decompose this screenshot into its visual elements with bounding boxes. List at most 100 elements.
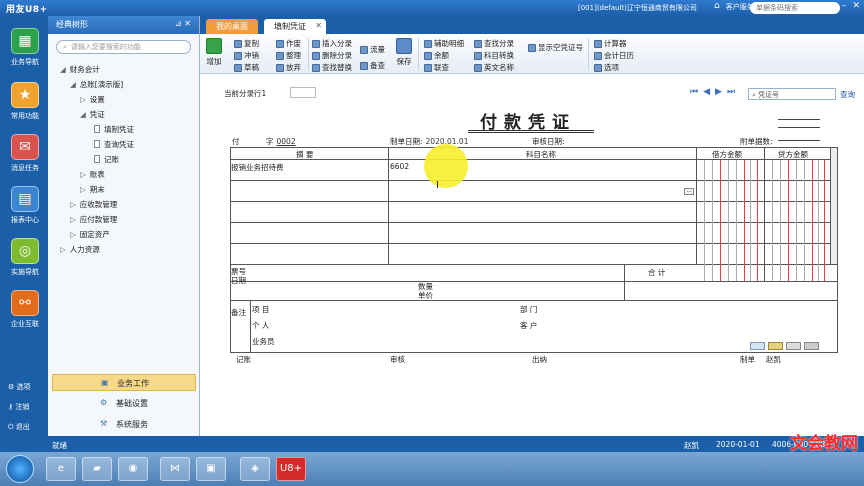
function-search-input[interactable]: ⌕ 请输入您要搜索的功能 bbox=[56, 40, 191, 54]
make-date[interactable]: 制单日期: 2020.01.01 bbox=[390, 136, 468, 147]
balance-button[interactable]: 余额 bbox=[424, 50, 449, 61]
camera-icon[interactable]: ▣ bbox=[196, 457, 226, 481]
voucher-type: 付 bbox=[232, 137, 240, 146]
nav-enterprise[interactable]: ⚯ 企业互联 bbox=[4, 290, 46, 329]
tree-hr[interactable]: ▷ 人力资源 bbox=[60, 244, 100, 255]
delete-entry-button[interactable]: 删除分录 bbox=[312, 50, 352, 61]
minimize-icon[interactable]: – bbox=[842, 1, 847, 11]
reverse-button[interactable]: 冲销 bbox=[234, 50, 259, 61]
folder-icon[interactable]: ▰ bbox=[82, 457, 112, 481]
current-entry-box[interactable] bbox=[290, 87, 316, 98]
find-entry-icon bbox=[474, 39, 482, 48]
tree-payable[interactable]: ▷ 应付款管理 bbox=[70, 214, 117, 225]
reverse-icon bbox=[234, 51, 242, 60]
app-icon[interactable]: ◈ bbox=[240, 457, 270, 481]
tool-icon[interactable] bbox=[804, 342, 819, 350]
close-icon[interactable]: ✕ bbox=[852, 1, 860, 11]
nav-options[interactable]: ⚙ 选项 bbox=[8, 382, 31, 392]
aux-detail-button[interactable]: 辅助明细 bbox=[424, 38, 464, 49]
tidy-button[interactable]: 整理 bbox=[276, 50, 301, 61]
account-reference-button[interactable]: … bbox=[684, 188, 694, 195]
tab-business-work[interactable]: ▣ 业务工作 bbox=[52, 374, 196, 391]
last-icon[interactable]: ⏭ bbox=[727, 87, 735, 97]
first-icon[interactable]: ⏮ bbox=[690, 87, 698, 97]
save-button[interactable]: 保存 bbox=[396, 38, 412, 67]
voucher-number-search[interactable]: ⌕ 凭证号 bbox=[748, 88, 836, 100]
row-1-account[interactable]: 6602 bbox=[390, 162, 409, 171]
voucher-form: 当前分录行1 ⏮ ◀ ▶ ⏭ ⌕ 凭证号 查询 付款凭证 付 字 0002 制单日… bbox=[200, 74, 864, 436]
tool-icon[interactable] bbox=[768, 342, 783, 350]
tree-settings[interactable]: ▷ 设置 bbox=[80, 94, 105, 105]
status-bar: 就绪 赵凯 2020-01-01 4006-600-588 bbox=[0, 436, 864, 452]
show-icon bbox=[528, 43, 536, 52]
save-icon bbox=[396, 38, 412, 54]
nav-report[interactable]: ▤ 报表中心 bbox=[4, 186, 46, 225]
tree-voucher[interactable]: ◢ 凭证 bbox=[80, 109, 105, 120]
tab-system-service[interactable]: ⚒ 系统服务 bbox=[52, 416, 196, 433]
home-icon[interactable]: ⌂ bbox=[714, 1, 720, 12]
nav-common[interactable]: ★ 常用功能 bbox=[4, 82, 46, 121]
accounting-calendar-button[interactable]: 会计日历 bbox=[594, 50, 634, 61]
nav-message[interactable]: ✉ 消息任务 bbox=[4, 134, 46, 173]
col-debit: 借方金额 bbox=[712, 150, 742, 159]
ie-icon[interactable]: e bbox=[46, 457, 76, 481]
message-icon: ✉ bbox=[11, 134, 39, 160]
nav-exit[interactable]: ⏻ 退出 bbox=[8, 422, 30, 432]
show-voucher-no-button[interactable]: 显示空凭证号 bbox=[528, 42, 583, 53]
tree-period-end[interactable]: ▷ 期末 bbox=[80, 184, 105, 195]
customer-label: 客 户 bbox=[520, 321, 538, 330]
draft-button[interactable]: 草稿 bbox=[234, 62, 259, 73]
account-convert-button[interactable]: 科目转换 bbox=[474, 50, 514, 61]
tree-bookkeeping[interactable]: 记账 bbox=[94, 154, 119, 165]
tree-finance[interactable]: ◢ 财务会计 bbox=[60, 64, 100, 75]
prev-icon[interactable]: ◀ bbox=[703, 87, 710, 97]
tree-receivable[interactable]: ▷ 应收款管理 bbox=[70, 199, 117, 210]
next-icon[interactable]: ▶ bbox=[715, 87, 722, 97]
query-button[interactable]: 查询 bbox=[840, 89, 855, 100]
attachment-count[interactable]: 附单据数: bbox=[740, 136, 773, 147]
void-button[interactable]: 作废 bbox=[276, 38, 301, 49]
media-icon[interactable]: ◉ bbox=[118, 457, 148, 481]
abandon-button[interactable]: 放弃 bbox=[276, 62, 301, 73]
nav-business[interactable]: ▦ 业务导航 bbox=[4, 28, 46, 67]
add-button[interactable]: 增加 bbox=[206, 38, 222, 67]
grid-scrollbar[interactable] bbox=[831, 148, 837, 264]
compass-icon: ◎ bbox=[11, 238, 39, 264]
find-entry-button[interactable]: 查找分录 bbox=[474, 38, 514, 49]
tab-my-desktop[interactable]: 我的桌面 bbox=[206, 19, 258, 34]
english-name-button[interactable]: 英文名称 bbox=[474, 62, 514, 73]
tab-strip: 我的桌面 填制凭证 ✕ bbox=[200, 16, 864, 34]
options-button[interactable]: 选项 bbox=[594, 62, 619, 73]
tool-icon[interactable] bbox=[750, 342, 765, 350]
tree-fill-voucher[interactable]: 填制凭证 bbox=[94, 124, 134, 135]
close-icon[interactable]: ✕ bbox=[315, 21, 322, 30]
tab-fill-voucher[interactable]: 填制凭证 ✕ bbox=[264, 19, 326, 34]
tool-icon[interactable] bbox=[786, 342, 801, 350]
flow-button[interactable]: 流量 bbox=[360, 44, 385, 55]
insert-entry-button[interactable]: 插入分录 bbox=[312, 38, 352, 49]
nav-implement[interactable]: ◎ 实施导航 bbox=[4, 238, 46, 277]
nav-logout[interactable]: ⚷ 注销 bbox=[8, 402, 29, 412]
voucher-number[interactable]: 字 0002 bbox=[266, 136, 296, 147]
vs-icon[interactable]: ⋈ bbox=[160, 457, 190, 481]
pin-icon[interactable]: ⊿ ✕ bbox=[175, 19, 191, 28]
tab-basic-settings[interactable]: ⚙ 基础设置 bbox=[52, 395, 196, 412]
stock-button[interactable]: 备查 bbox=[360, 60, 385, 71]
link-query-button[interactable]: 联查 bbox=[424, 62, 449, 73]
add-icon bbox=[206, 38, 222, 54]
start-button[interactable] bbox=[6, 455, 34, 483]
tree-fixed-assets[interactable]: ▷ 固定资产 bbox=[70, 229, 110, 240]
find-replace-button[interactable]: 查找替换 bbox=[312, 62, 352, 73]
tree-query-voucher[interactable]: 查询凭证 bbox=[94, 139, 134, 150]
tree-general-ledger[interactable]: ◢ 总账[演示版] bbox=[70, 79, 123, 90]
u8-icon[interactable]: U8+ bbox=[276, 457, 306, 481]
convert-icon bbox=[474, 51, 482, 60]
copy-button[interactable]: 复制 bbox=[234, 38, 259, 49]
account-info: [001](default)辽宁恒通商贸有限公司 bbox=[578, 4, 697, 12]
barcode-search-input[interactable] bbox=[750, 2, 840, 14]
row-1-summary[interactable]: 报销业务招待费 bbox=[231, 162, 284, 173]
tree-account-books[interactable]: ▷ 账表 bbox=[80, 169, 105, 180]
calculator-button[interactable]: 计算器 bbox=[594, 38, 627, 49]
calculator-icon bbox=[594, 39, 602, 48]
col-account: 科目名称 bbox=[526, 150, 556, 159]
